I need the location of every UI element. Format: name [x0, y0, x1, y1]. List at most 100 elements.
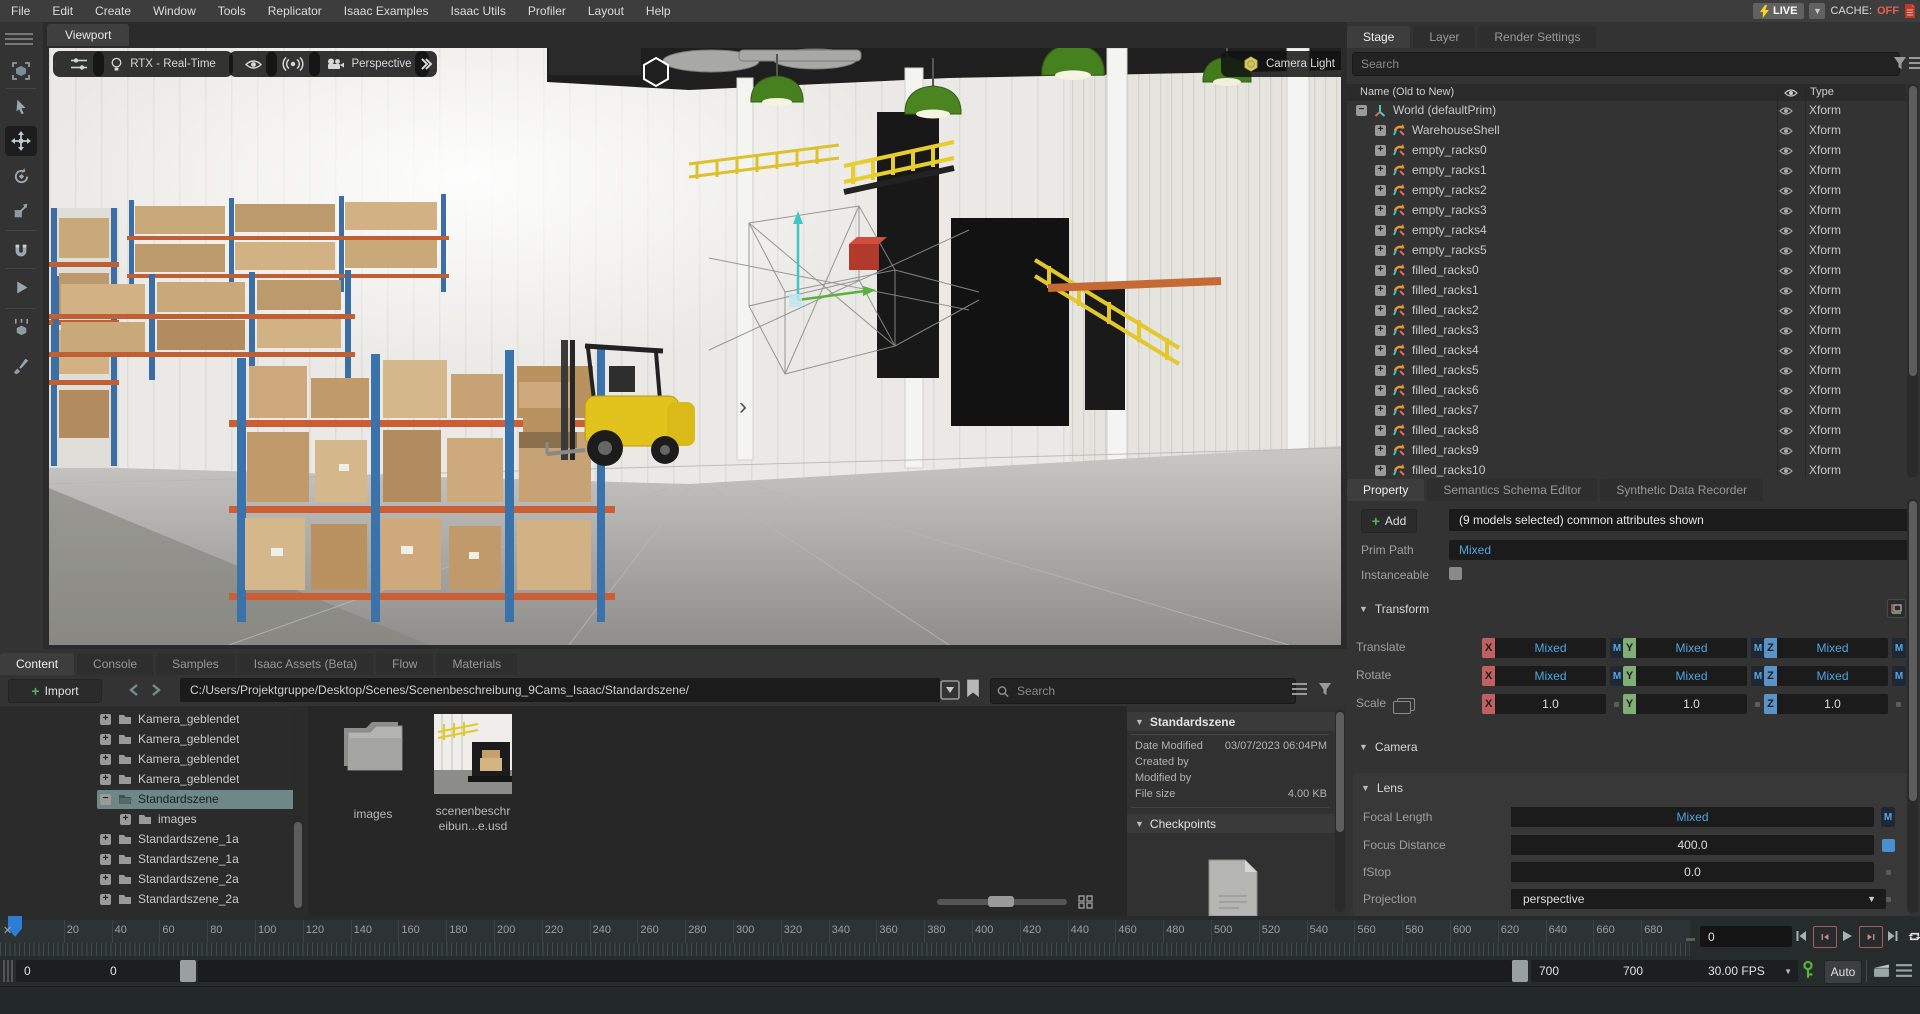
- rotate-tool[interactable]: [5, 161, 37, 191]
- bookmark-icon[interactable]: [966, 679, 980, 699]
- menu-item-isaac-utils[interactable]: Isaac Utils: [440, 4, 517, 18]
- grid-view-icon[interactable]: [1078, 895, 1094, 909]
- expander-plus[interactable]: +: [1375, 205, 1386, 216]
- camera-light-button[interactable]: Camera Light: [1221, 51, 1341, 77]
- checkpoints-header[interactable]: ▼Checkpoints: [1127, 814, 1341, 833]
- stage-row[interactable]: +filled_racks10Xform: [1347, 461, 1906, 477]
- stage-row[interactable]: +filled_racks1Xform: [1347, 281, 1906, 301]
- axis-value-field[interactable]: Mixed: [1636, 666, 1747, 686]
- expander-plus[interactable]: +: [100, 734, 111, 745]
- stage-row[interactable]: +empty_racks4Xform: [1347, 221, 1906, 241]
- auto-button[interactable]: Auto: [1824, 960, 1862, 984]
- prim-name[interactable]: filled_racks3: [1412, 323, 1479, 337]
- play-button[interactable]: [1836, 926, 1858, 946]
- stage-row[interactable]: +filled_racks7Xform: [1347, 401, 1906, 421]
- lens-field-value[interactable]: 0.0: [1511, 862, 1874, 882]
- menu-item-layout[interactable]: Layout: [577, 4, 635, 18]
- tab-property[interactable]: Property: [1347, 479, 1424, 501]
- prim-name[interactable]: empty_racks1: [1412, 163, 1487, 177]
- lens-field-value[interactable]: 400.0: [1511, 835, 1874, 855]
- filter-icon[interactable]: [1893, 56, 1907, 70]
- expander-plus[interactable]: +: [1375, 185, 1386, 196]
- content-filter-icon[interactable]: [1318, 682, 1332, 696]
- expander-plus[interactable]: +: [1375, 405, 1386, 416]
- stage-row[interactable]: +empty_racks3Xform: [1347, 201, 1906, 221]
- stage-row[interactable]: +empty_racks0Xform: [1347, 141, 1906, 161]
- expander-plus[interactable]: +: [100, 854, 111, 865]
- instanceable-checkbox[interactable]: [1449, 567, 1462, 580]
- expander-plus[interactable]: +: [1375, 385, 1386, 396]
- expander-plus[interactable]: +: [100, 754, 111, 765]
- prim-name[interactable]: filled_racks5: [1412, 363, 1479, 377]
- physics-tool[interactable]: [5, 312, 37, 342]
- visibility-eye-icon[interactable]: [1779, 425, 1793, 439]
- expander-plus[interactable]: +: [1375, 425, 1386, 436]
- range-track[interactable]: [198, 960, 1512, 982]
- axis-value-field[interactable]: Mixed: [1636, 638, 1747, 658]
- move-tool[interactable]: [5, 126, 37, 156]
- path-bar[interactable]: C:/Users/Projektgruppe/Desktop/Scenes/Sc…: [180, 678, 940, 702]
- visibility-eye-icon[interactable]: [1779, 225, 1793, 239]
- column-type[interactable]: Type: [1810, 86, 1834, 98]
- viewport-toolbar-expand[interactable]: [415, 51, 437, 77]
- stage-row[interactable]: −World (defaultPrim)Xform: [1347, 101, 1906, 121]
- keyframe-dot[interactable]: [1614, 702, 1619, 707]
- fps-dropdown[interactable]: 30.00 FPS▼: [1700, 960, 1798, 982]
- axis-value-field[interactable]: Mixed: [1495, 666, 1606, 686]
- play-tool[interactable]: [5, 272, 37, 302]
- path-dropdown-icon[interactable]: [940, 680, 960, 700]
- renderer-selector[interactable]: RTX - Real-Time: [93, 51, 233, 77]
- expander-minus[interactable]: −: [100, 794, 111, 805]
- prim-name[interactable]: empty_racks4: [1412, 223, 1487, 237]
- stage-row[interactable]: +filled_racks4Xform: [1347, 341, 1906, 361]
- import-button[interactable]: + Import: [8, 679, 102, 703]
- expander-plus[interactable]: +: [1375, 445, 1386, 456]
- menu-item-isaac-examples[interactable]: Isaac Examples: [333, 4, 440, 18]
- expander-plus[interactable]: +: [1375, 145, 1386, 156]
- prim-path-value[interactable]: Mixed: [1449, 540, 1911, 560]
- menu-item-file[interactable]: File: [0, 4, 41, 18]
- range-handle-left[interactable]: [180, 960, 196, 982]
- visibility-eye-icon[interactable]: [1779, 445, 1793, 459]
- expander-plus[interactable]: +: [1375, 285, 1386, 296]
- stage-row[interactable]: +empty_racks2Xform: [1347, 181, 1906, 201]
- visibility-eye-icon[interactable]: [1779, 105, 1793, 119]
- cache-doc-icon[interactable]: [1904, 4, 1916, 18]
- current-frame-field[interactable]: 0: [1700, 926, 1792, 947]
- folder-tree-row[interactable]: +Kamera_geblendet: [0, 710, 308, 730]
- camera-selector[interactable]: Perspective: [309, 51, 429, 77]
- prim-name[interactable]: empty_racks5: [1412, 243, 1487, 257]
- range-start-field[interactable]: 0: [102, 960, 186, 982]
- key-prev-button[interactable]: [1813, 926, 1837, 948]
- folder-tree-row[interactable]: +Standardszene_1a: [0, 850, 308, 870]
- nav-back-icon[interactable]: [128, 683, 140, 697]
- toolbar-grip-icon[interactable]: [5, 30, 33, 48]
- prim-name[interactable]: empty_racks2: [1412, 183, 1487, 197]
- viewport-tab[interactable]: Viewport: [47, 24, 129, 46]
- visibility-eye-icon[interactable]: [1779, 165, 1793, 179]
- visibility-eye-icon[interactable]: [1779, 345, 1793, 359]
- prim-name[interactable]: filled_racks0: [1412, 263, 1479, 277]
- menu-item-tools[interactable]: Tools: [207, 4, 257, 18]
- lens-field-value[interactable]: perspective▼: [1511, 889, 1886, 909]
- stage-row[interactable]: +WarehouseShellXform: [1347, 121, 1906, 141]
- ramp-badge[interactable]: [1882, 839, 1895, 852]
- expander-plus[interactable]: +: [1375, 225, 1386, 236]
- expander-minus[interactable]: −: [1356, 105, 1367, 116]
- paint-tool[interactable]: [5, 350, 37, 380]
- transform-axes-icon[interactable]: [1887, 599, 1906, 618]
- tab-semantics-schema-editor[interactable]: Semantics Schema Editor: [1427, 479, 1597, 501]
- live-button[interactable]: LIVE: [1753, 3, 1804, 19]
- keyframe-dot[interactable]: [1755, 702, 1760, 707]
- snap-tool[interactable]: [5, 236, 37, 266]
- cursor-tool[interactable]: [5, 92, 37, 122]
- axis-value-field[interactable]: Mixed: [1495, 638, 1606, 658]
- timeline-grip[interactable]: [3, 960, 13, 982]
- menu-item-help[interactable]: Help: [635, 4, 682, 18]
- folder-tree-row[interactable]: +Kamera_geblendet: [0, 770, 308, 790]
- start-time-field[interactable]: 0: [16, 960, 104, 982]
- range-handle-right[interactable]: [1512, 960, 1528, 982]
- tab-content[interactable]: Content: [0, 653, 74, 675]
- visibility-eye-icon[interactable]: [1779, 265, 1793, 279]
- stage-row[interactable]: +empty_racks5Xform: [1347, 241, 1906, 261]
